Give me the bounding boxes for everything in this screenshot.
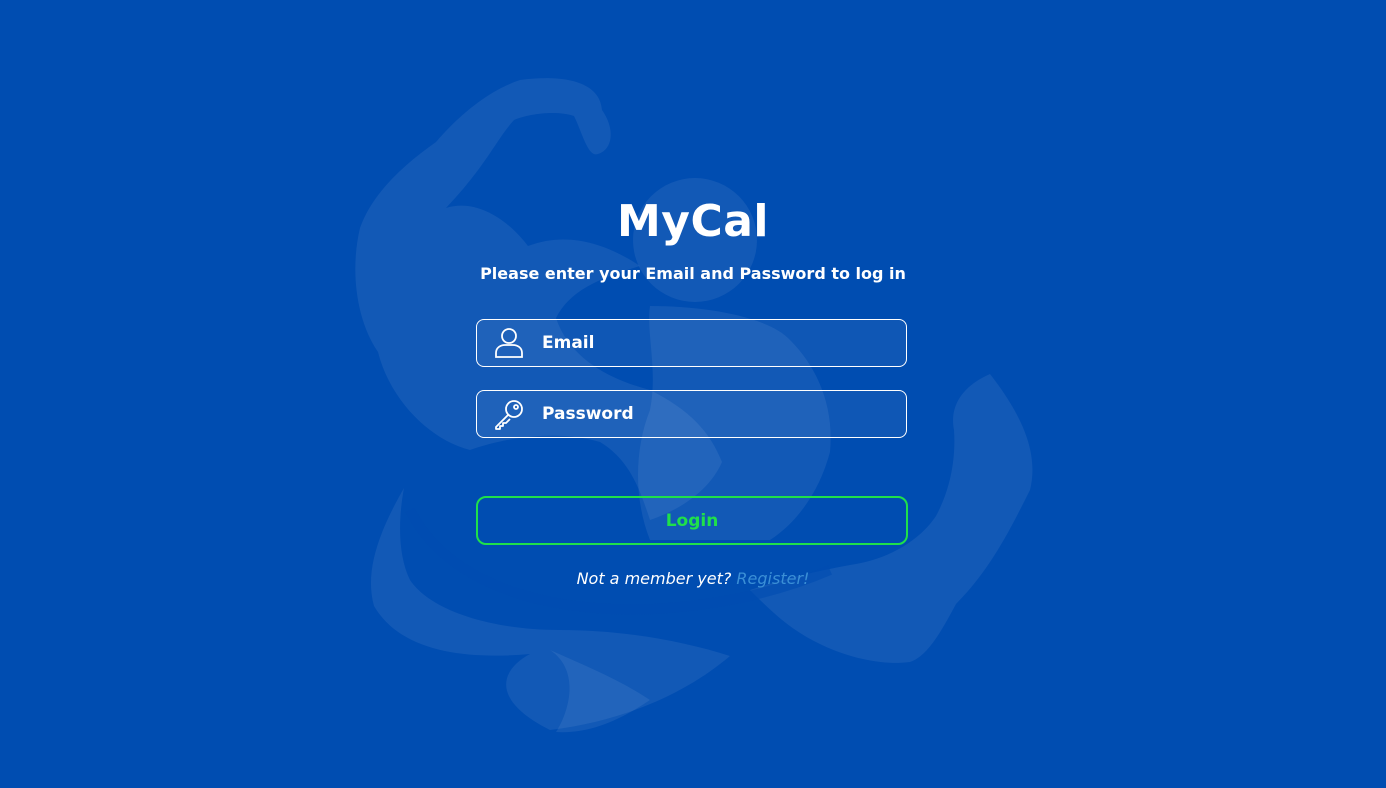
email-input[interactable]	[542, 333, 882, 353]
login-button[interactable]: Login	[476, 496, 908, 545]
password-field[interactable]	[476, 390, 907, 438]
key-icon	[492, 397, 526, 431]
register-prompt-text: Not a member yet?	[576, 569, 732, 588]
password-input[interactable]	[542, 404, 882, 424]
register-prompt: Not a member yet? Register!	[0, 569, 1386, 588]
email-field[interactable]	[476, 319, 907, 367]
app-title: MyCal	[616, 196, 770, 247]
register-link[interactable]: Register!	[736, 569, 809, 588]
login-instructions: Please enter your Email and Password to …	[480, 264, 906, 283]
user-icon	[492, 326, 526, 360]
